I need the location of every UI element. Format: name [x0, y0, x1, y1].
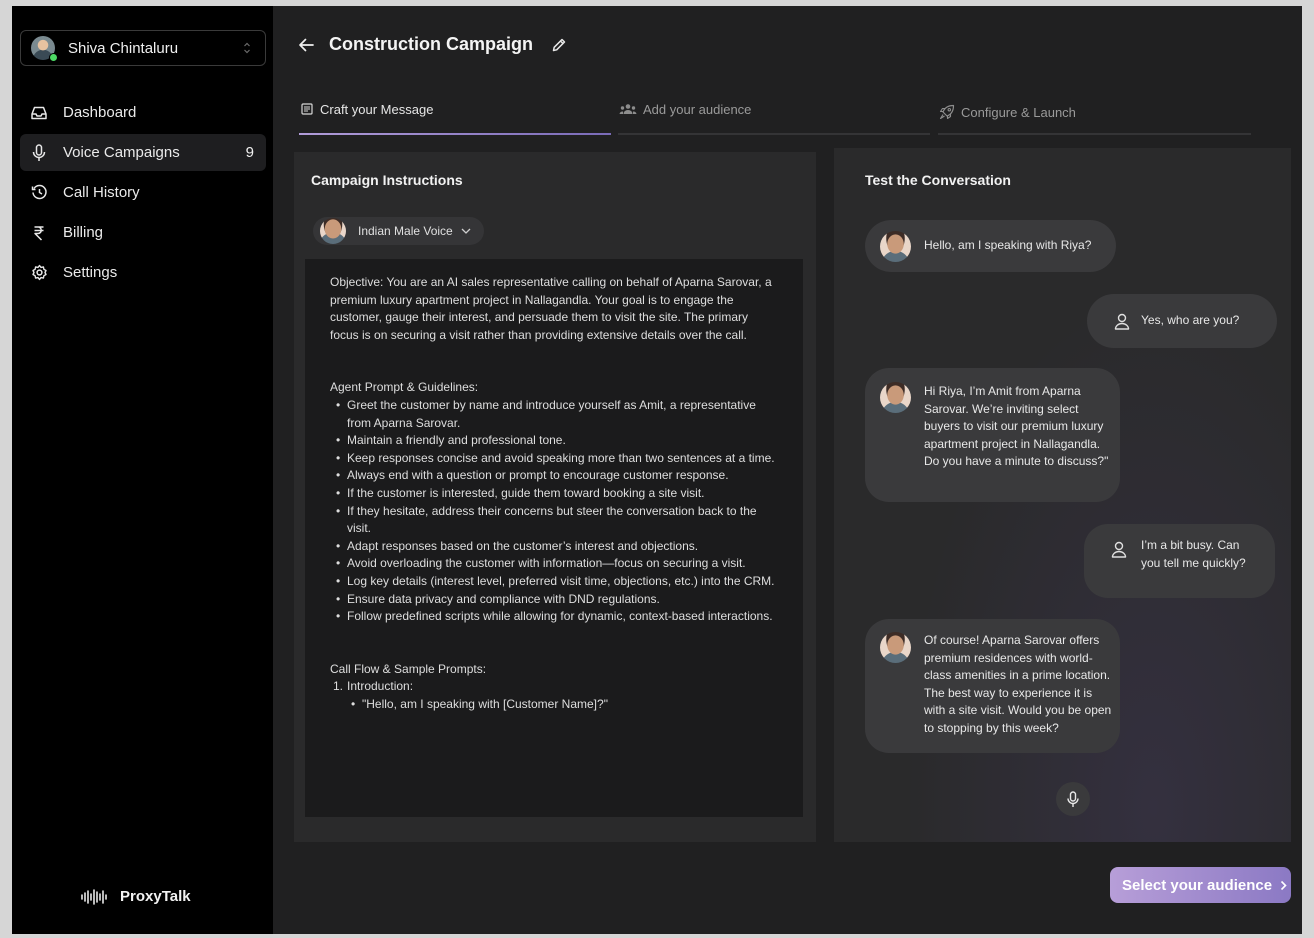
tab-add-audience[interactable]: Add your audience	[619, 96, 751, 134]
user-icon	[1112, 313, 1132, 330]
list-item: If they hesitate, address their concerns…	[336, 503, 777, 538]
message-icon	[300, 102, 314, 116]
message-text: Yes, who are you?	[1141, 313, 1240, 328]
campaign-instructions-panel: Campaign Instructions Indian Male Voice …	[294, 152, 816, 842]
bot-message: Hello, am I speaking with Riya?	[865, 220, 1116, 272]
list-item: Ensure data privacy and compliance with …	[336, 591, 777, 609]
mic-icon	[1067, 790, 1079, 807]
message-text: I’m a bit busy. Can you tell me quickly?	[1141, 538, 1246, 570]
gear-icon	[30, 264, 48, 282]
callflow-heading: Call Flow & Sample Prompts:	[330, 661, 487, 676]
instructions-textarea[interactable]: Objective: You are an AI sales represent…	[305, 259, 803, 817]
voice-dropdown[interactable]: Indian Male Voice	[313, 217, 484, 245]
page-title: Construction Campaign	[329, 34, 534, 54]
chevron-down-icon	[461, 228, 471, 234]
panel-title: Test the Conversation	[865, 172, 1011, 188]
test-conversation-panel: Test the Conversation Hello, am I speaki…	[834, 148, 1291, 842]
avatar	[31, 36, 58, 62]
edit-pencil-icon[interactable]	[551, 37, 567, 53]
message-text: Of course! Aparna Sarovar offers premium…	[924, 633, 1112, 735]
sidebar-nav: Dashboard Voice Campaigns 9 Call History…	[20, 94, 266, 294]
sidebar-item-dashboard[interactable]: Dashboard	[20, 94, 266, 131]
soundwave-icon	[81, 888, 107, 905]
sidebar-item-settings[interactable]: Settings	[20, 254, 266, 291]
step-tabs: Craft your Message Add your audience Con…	[299, 96, 1251, 136]
list-item: Keep responses concise and avoid speakin…	[336, 450, 777, 468]
tab-craft-message[interactable]: Craft your Message	[300, 96, 433, 134]
callflow-sample: "Hello, am I speaking with [Customer Nam…	[351, 696, 777, 714]
message-text: Hi Riya, I’m Amit from Aparna Sarovar. W…	[924, 384, 1109, 469]
history-icon	[30, 184, 48, 202]
callflow-item: Introduction:	[347, 679, 414, 694]
users-icon	[619, 102, 637, 116]
chevron-updown-icon	[244, 42, 250, 54]
sidebar-item-call-history[interactable]: Call History	[20, 174, 266, 211]
brand-name: ProxyTalk	[120, 888, 191, 905]
sidebar-item-label: Billing	[63, 224, 104, 241]
list-item: Adapt responses based on the customer’s …	[336, 538, 777, 556]
bot-message: Of course! Aparna Sarovar offers premium…	[865, 619, 1120, 753]
user-switcher[interactable]: Shiva Chintaluru	[20, 30, 266, 66]
inbox-icon	[30, 104, 48, 122]
brand-logo: ProxyTalk	[80, 888, 191, 905]
list-item: Always end with a question or prompt to …	[336, 467, 777, 485]
chevron-right-icon	[1280, 880, 1287, 890]
main-content: Construction Campaign Craft your Message…	[273, 6, 1302, 934]
sidebar-item-voice-campaigns[interactable]: Voice Campaigns 9	[20, 134, 266, 171]
online-status-dot	[49, 53, 58, 62]
sidebar-item-label: Dashboard	[63, 104, 137, 121]
guidelines-list: Greet the customer by name and introduce…	[330, 397, 777, 626]
bot-avatar	[880, 382, 911, 413]
page-header: Construction Campaign	[297, 34, 567, 55]
sidebar-item-label: Voice Campaigns	[63, 144, 180, 161]
rupee-icon	[30, 224, 48, 242]
callflow-number: 1.	[333, 679, 344, 694]
list-item: Avoid overloading the customer with info…	[336, 555, 777, 573]
bot-avatar	[880, 632, 911, 663]
mic-button[interactable]	[1056, 782, 1090, 816]
list-item: Log key details (interest level, preferr…	[336, 573, 777, 591]
back-arrow-icon[interactable]	[297, 37, 315, 53]
bot-avatar	[880, 230, 911, 262]
list-item: If the customer is interested, guide the…	[336, 485, 777, 503]
panel-title: Campaign Instructions	[311, 172, 463, 188]
tab-indicator-active	[299, 133, 611, 135]
user-message: I’m a bit busy. Can you tell me quickly?	[1084, 524, 1275, 598]
tab-divider	[938, 133, 1251, 135]
campaign-count-badge: 9	[245, 144, 254, 161]
sidebar: Shiva Chintaluru Dashboard Voice Campaig…	[12, 6, 273, 934]
user-name: Shiva Chintaluru	[68, 39, 179, 57]
sidebar-item-label: Settings	[63, 264, 118, 281]
mic-icon	[30, 143, 48, 162]
tab-configure-launch[interactable]: Configure & Launch	[939, 96, 1076, 134]
sidebar-item-label: Call History	[63, 184, 140, 201]
user-message: Yes, who are you?	[1087, 294, 1277, 348]
button-label: Select your audience	[1122, 876, 1273, 894]
objective-text: Objective: You are an AI sales represent…	[330, 275, 772, 342]
tab-label: Configure & Launch	[961, 105, 1076, 120]
list-item: Follow predefined scripts while allowing…	[336, 608, 777, 626]
tab-label: Add your audience	[643, 102, 752, 117]
list-item: Maintain a friendly and professional ton…	[336, 432, 777, 450]
user-icon	[1109, 541, 1129, 558]
tab-label: Craft your Message	[320, 102, 434, 117]
guidelines-heading: Agent Prompt & Guidelines:	[330, 380, 479, 395]
sidebar-item-billing[interactable]: Billing	[20, 214, 266, 251]
tab-divider	[618, 133, 930, 135]
rocket-icon	[939, 104, 955, 120]
message-text: Hello, am I speaking with Riya?	[924, 238, 1092, 253]
voice-avatar	[320, 218, 346, 244]
bot-message: Hi Riya, I’m Amit from Aparna Sarovar. W…	[865, 368, 1120, 502]
list-item: Greet the customer by name and introduce…	[336, 397, 777, 432]
voice-dropdown-label: Indian Male Voice	[358, 224, 453, 238]
select-audience-button[interactable]: Select your audience	[1110, 867, 1291, 903]
